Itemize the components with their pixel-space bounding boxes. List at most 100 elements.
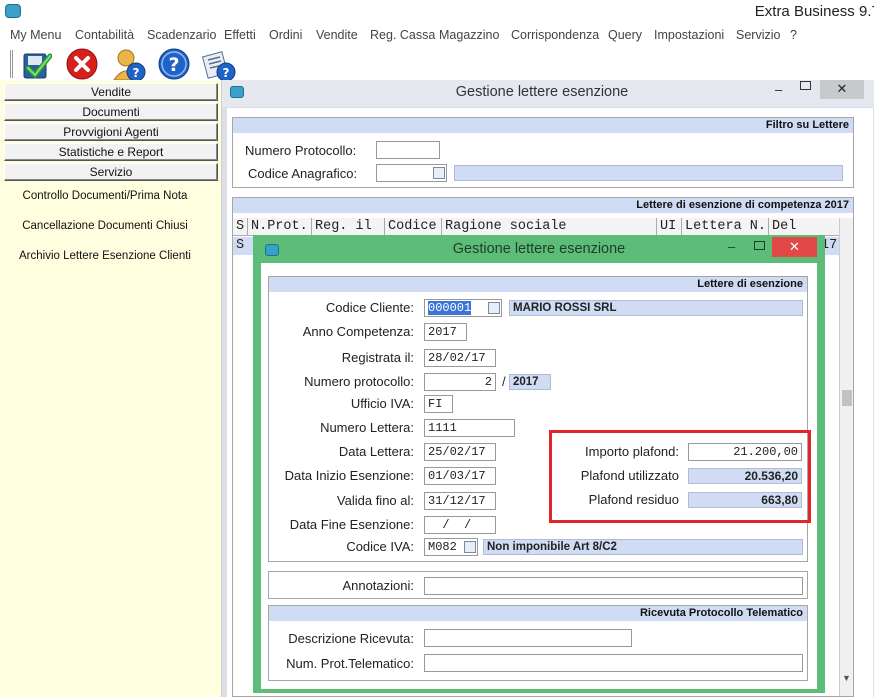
link-cancellazione-documenti[interactable]: Cancellazione Documenti Chiusi xyxy=(0,220,210,232)
col-del[interactable]: Del xyxy=(769,218,839,236)
lettere-section-header: Lettere di esenzione xyxy=(269,277,807,292)
annotazioni-label: Annotazioni: xyxy=(342,578,414,593)
dialog-close-button[interactable]: ✕ xyxy=(772,237,817,257)
codice-iva-search-icon[interactable] xyxy=(464,541,476,553)
data-inizio-input[interactable]: 01/03/17 xyxy=(424,467,496,485)
registrata-il-label: Registrata il: xyxy=(341,350,414,365)
nav-vendite-button[interactable]: Vendite xyxy=(4,83,218,101)
col-ui[interactable]: UI xyxy=(657,218,682,236)
valida-fino-label: Valida fino al: xyxy=(336,493,414,508)
table-scrollbar[interactable]: ▼ xyxy=(839,218,853,696)
nav-statistiche-button[interactable]: Statistiche e Report xyxy=(4,143,218,161)
codice-anagrafico-label: Codice Anagrafico: xyxy=(248,166,358,181)
dialog-body: Lettere di esenzione Codice Cliente: 000… xyxy=(261,263,817,689)
col-reg-il[interactable]: Reg. il xyxy=(312,218,385,236)
scrollbar-thumb[interactable] xyxy=(842,390,852,406)
menu-impostazioni[interactable]: Impostazioni xyxy=(654,28,724,42)
numero-lettera-label: Numero Lettera: xyxy=(320,420,414,435)
descrizione-ricevuta-label: Descrizione Ricevuta: xyxy=(288,631,414,646)
search-icon[interactable] xyxy=(433,167,445,179)
ricevuta-header: Ricevuta Protocollo Telematico xyxy=(269,606,807,621)
codice-iva-label: Codice IVA: xyxy=(346,539,414,554)
context-help-icon[interactable]: ? xyxy=(201,48,236,82)
data-lettera-input[interactable]: 25/02/17 xyxy=(424,443,496,461)
menu-help[interactable]: ? xyxy=(790,28,797,42)
minimize-button[interactable]: – xyxy=(775,82,782,97)
col-codice[interactable]: Codice xyxy=(385,218,442,236)
annotazioni-input[interactable] xyxy=(424,577,803,595)
descrizione-ricevuta-input[interactable] xyxy=(424,629,632,647)
toolbar: ? ? ? xyxy=(0,46,874,82)
col-nprot[interactable]: N.Prot. xyxy=(248,218,312,236)
codice-anagrafico-desc xyxy=(454,165,843,181)
numero-lettera-input[interactable]: 1111 xyxy=(424,419,515,437)
data-lettera-label: Data Lettera: xyxy=(338,444,414,459)
numero-protocollo-label: Numero protocollo: xyxy=(304,374,414,389)
codice-cliente-label: Codice Cliente: xyxy=(325,300,414,315)
num-prot-telematico-label: Num. Prot.Telematico: xyxy=(286,656,414,671)
codice-iva-desc: Non imponibile Art 8/C2 xyxy=(483,539,803,555)
col-ragione-sociale[interactable]: Ragione sociale xyxy=(442,218,657,236)
main-window-title: Gestione lettere esenzione xyxy=(455,84,629,100)
annotazioni-section: Annotazioni: xyxy=(268,571,808,599)
scroll-down-icon[interactable]: ▼ xyxy=(842,673,851,683)
valida-fino-input[interactable]: 31/12/17 xyxy=(424,492,496,510)
filter-group: Filtro su Lettere Numero Protocollo: Cod… xyxy=(232,117,854,188)
dialog-minimize-button[interactable]: – xyxy=(728,239,735,254)
col-s[interactable]: S xyxy=(233,218,248,236)
app-icon xyxy=(5,4,21,18)
menu-contabilita[interactable]: Contabilità xyxy=(75,28,134,42)
anno-competenza-label: Anno Competenza: xyxy=(302,324,414,339)
user-help-icon[interactable]: ? xyxy=(112,48,146,82)
left-panel: Vendite Documenti Provvigioni Agenti Sta… xyxy=(0,80,222,697)
menu-ordini[interactable]: Ordini xyxy=(269,28,302,42)
menu-magazzino[interactable]: Magazzino xyxy=(439,28,499,42)
filter-header: Filtro su Lettere xyxy=(233,118,853,133)
link-archivio-lettere[interactable]: Archivio Lettere Esenzione Clienti xyxy=(0,250,210,262)
dialog-title: Gestione lettere esenzione xyxy=(452,241,626,257)
svg-text:?: ? xyxy=(168,54,179,76)
ricevuta-section: Ricevuta Protocollo Telematico Descrizio… xyxy=(268,605,808,681)
menu-corrispondenza[interactable]: Corrispondenza xyxy=(511,28,599,42)
codice-cliente-search-icon[interactable] xyxy=(488,302,500,314)
list-header: Lettere di esenzione di competenza 2017 xyxy=(233,198,853,213)
data-inizio-label: Data Inizio Esenzione: xyxy=(284,468,414,483)
help-icon[interactable]: ? xyxy=(158,48,190,80)
link-controllo-documenti[interactable]: Controllo Documenti/Prima Nota xyxy=(0,190,210,202)
registrata-il-input[interactable]: 28/02/17 xyxy=(424,349,496,367)
dialog-titlebar: Gestione lettere esenzione – ✕ xyxy=(253,235,825,263)
anno-competenza-input[interactable]: 2017 xyxy=(424,323,467,341)
confirm-icon[interactable] xyxy=(20,48,53,80)
plafond-highlight-box xyxy=(549,430,811,523)
menu-vendite[interactable]: Vendite xyxy=(316,28,358,42)
main-window-titlebar: Gestione lettere esenzione – ✕ xyxy=(222,80,874,107)
num-prot-telematico-input[interactable] xyxy=(424,654,803,672)
menu-effetti[interactable]: Effetti xyxy=(224,28,256,42)
data-fine-input[interactable]: / / xyxy=(424,516,496,534)
ufficio-iva-input[interactable]: FI xyxy=(424,395,453,413)
nav-documenti-button[interactable]: Documenti xyxy=(4,103,218,121)
nav-servizio-button[interactable]: Servizio xyxy=(4,163,218,181)
numero-protocollo-input[interactable]: 2 xyxy=(424,373,496,391)
numero-protocollo-input[interactable] xyxy=(376,141,440,159)
col-lettera-n[interactable]: Lettera N. xyxy=(682,218,769,236)
menu-my-menu[interactable]: My Menu xyxy=(10,28,61,42)
menu-servizio[interactable]: Servizio xyxy=(736,28,780,42)
numero-protocollo-label: Numero Protocollo: xyxy=(245,143,357,158)
dialog-maximize-button[interactable] xyxy=(754,241,765,250)
menu-bar: My Menu Contabilità Scadenzario Effetti … xyxy=(0,26,874,46)
menu-reg-cassa[interactable]: Reg. Cassa xyxy=(370,28,435,42)
maximize-button[interactable] xyxy=(800,81,811,90)
cancel-icon[interactable] xyxy=(66,48,98,80)
toolbar-separator xyxy=(10,50,13,78)
table-header: S N.Prot. Reg. il Codice Ragione sociale… xyxy=(233,218,839,236)
numero-protocollo-year: 2017 xyxy=(509,374,551,390)
numero-protocollo-separator: / xyxy=(502,374,506,389)
app-titlebar: Extra Business 9.7. xyxy=(0,0,874,26)
menu-scadenzario[interactable]: Scadenzario xyxy=(147,28,217,42)
nav-provvigioni-button[interactable]: Provvigioni Agenti xyxy=(4,123,218,141)
close-button[interactable]: ✕ xyxy=(820,80,864,99)
menu-query[interactable]: Query xyxy=(608,28,642,42)
dialog-window: Gestione lettere esenzione – ✕ Lettere d… xyxy=(253,235,825,693)
ragione-sociale-display: MARIO ROSSI SRL xyxy=(509,300,803,316)
